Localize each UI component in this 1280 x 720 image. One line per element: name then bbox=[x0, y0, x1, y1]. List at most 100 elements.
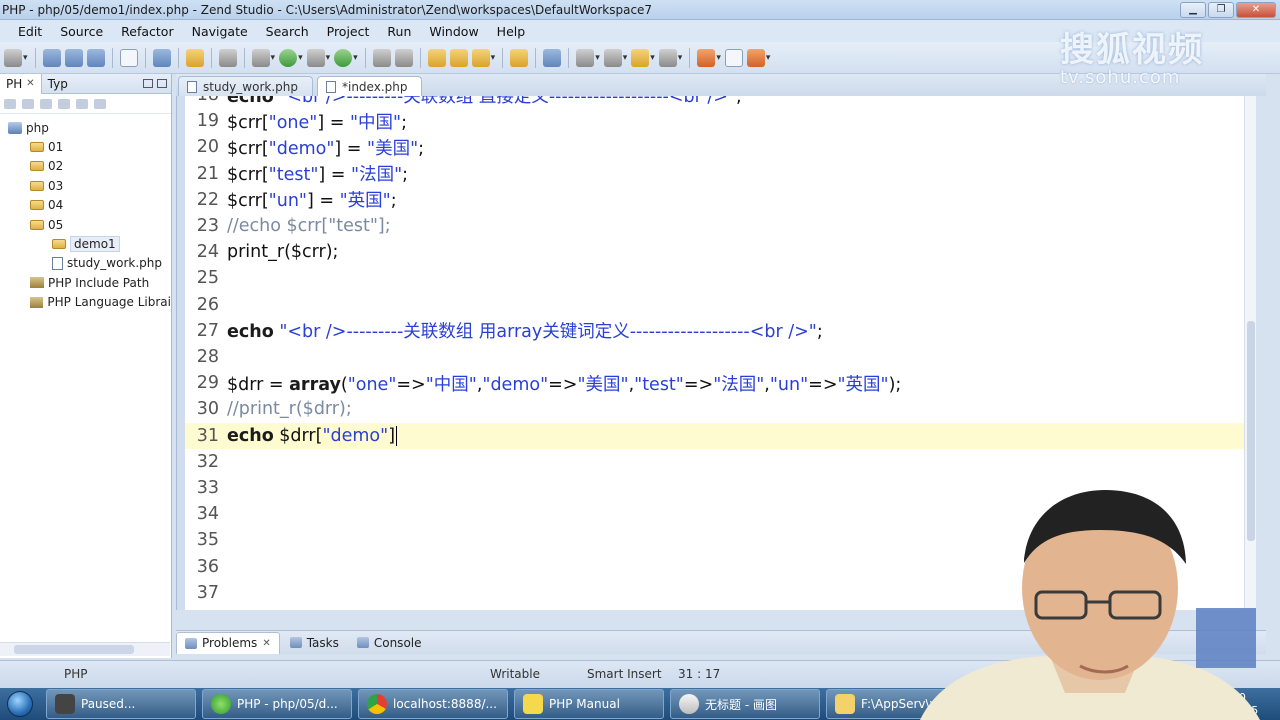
back-icon[interactable] bbox=[4, 98, 16, 109]
project-icon bbox=[8, 121, 22, 134]
start-button[interactable] bbox=[0, 688, 40, 720]
close-icon[interactable]: ✕ bbox=[262, 638, 270, 649]
maximize-button[interactable]: ❐ bbox=[1208, 2, 1234, 18]
editor-tab[interactable]: study_work.php bbox=[178, 76, 313, 96]
previous-annotation-icon[interactable] bbox=[603, 48, 622, 67]
code-line[interactable]: 22 $crr["un"] = "英国"; bbox=[185, 187, 1249, 213]
next-annotation-icon[interactable] bbox=[576, 48, 595, 67]
tab-label: Console bbox=[373, 635, 422, 650]
code-line[interactable]: 29 $drr = array("one"=>"中国","demo"=>"美国",… bbox=[185, 370, 1249, 396]
server-icon[interactable] bbox=[218, 48, 237, 67]
maximize-view-icon[interactable] bbox=[157, 79, 167, 88]
code-line[interactable]: 24 print_r($crr); bbox=[185, 239, 1249, 265]
menu-item-run[interactable]: Run bbox=[378, 24, 420, 39]
menu-item-edit[interactable]: Edit bbox=[0, 24, 51, 39]
print-icon[interactable] bbox=[86, 48, 105, 67]
tab-tasks[interactable]: Tasks bbox=[282, 632, 347, 654]
code-text: $crr["un"] = "英国"; bbox=[227, 191, 397, 212]
watermark-logo: 搜狐视频 bbox=[1060, 30, 1204, 70]
tab-type-hierarchy[interactable]: Typ bbox=[42, 74, 74, 94]
collapse-all-icon[interactable] bbox=[58, 98, 70, 109]
tree-item[interactable]: PHP Language Librai bbox=[0, 293, 171, 312]
new-php-file-icon[interactable] bbox=[394, 48, 413, 67]
tab-label: Typ bbox=[47, 76, 68, 91]
open-folder-icon[interactable] bbox=[185, 48, 204, 67]
code-line[interactable]: 32 bbox=[185, 449, 1249, 475]
link-editor-icon[interactable] bbox=[76, 98, 88, 109]
tree-item[interactable]: php bbox=[0, 118, 171, 137]
menu-item-window[interactable]: Window bbox=[420, 24, 487, 39]
menu-item-refactor[interactable]: Refactor bbox=[112, 24, 182, 39]
code-line[interactable]: 28 bbox=[185, 344, 1249, 370]
status-position: 31 : 17 bbox=[678, 667, 721, 681]
tree-item[interactable]: 01 bbox=[0, 137, 171, 156]
tab-php-explorer[interactable]: PH ✕ bbox=[0, 73, 42, 94]
new-php-project-icon[interactable] bbox=[372, 48, 391, 67]
open-resource-icon[interactable] bbox=[449, 48, 468, 67]
code-line[interactable]: 23 //echo $crr["test"]; bbox=[185, 213, 1249, 239]
back-icon[interactable] bbox=[631, 48, 650, 67]
close-icon[interactable]: ✕ bbox=[26, 78, 34, 89]
code-line[interactable]: 31 echo $drr["demo"] bbox=[185, 422, 1249, 449]
tree-item[interactable]: PHP Include Path bbox=[0, 273, 171, 292]
new-icon[interactable] bbox=[4, 48, 22, 67]
tree-item[interactable]: 05 bbox=[0, 215, 171, 234]
close-button[interactable]: ✕ bbox=[1236, 2, 1276, 18]
forward-icon[interactable] bbox=[658, 48, 677, 67]
toggle-mark-occurrences-icon[interactable] bbox=[510, 48, 529, 67]
run-icon[interactable] bbox=[279, 48, 298, 67]
save-icon[interactable] bbox=[42, 48, 61, 67]
tree-item[interactable]: 04 bbox=[0, 196, 171, 215]
taskbar-item[interactable]: localhost:8888/... bbox=[358, 689, 508, 719]
code-line[interactable]: 20 $crr["demo"] = "美国"; bbox=[185, 134, 1249, 160]
profile-icon[interactable] bbox=[306, 48, 325, 67]
code-line[interactable]: 30 //print_r($drr); bbox=[185, 396, 1249, 422]
horizontal-scrollbar[interactable] bbox=[0, 642, 170, 656]
code-line[interactable]: 27 echo "<br />---------关联数组 用array关键词定义-… bbox=[185, 318, 1249, 344]
code-line[interactable]: 21 $crr["test"] = "法国"; bbox=[185, 161, 1249, 187]
folder-icon bbox=[30, 200, 44, 211]
properties-icon[interactable] bbox=[119, 48, 138, 67]
globe-icon[interactable] bbox=[543, 48, 562, 67]
line-number: 33 bbox=[196, 478, 219, 499]
menu-item-navigate[interactable]: Navigate bbox=[183, 24, 257, 39]
window-title: PHP - php/05/demo1/index.php - Zend Stud… bbox=[2, 2, 653, 17]
menu-item-source[interactable]: Source bbox=[51, 24, 112, 39]
taskbar-item[interactable]: PHP Manual bbox=[514, 689, 664, 719]
taskbar-item[interactable]: 无标题 - 画图 bbox=[670, 689, 820, 719]
minimize-button[interactable]: ▁ bbox=[1180, 2, 1206, 18]
minimize-view-icon[interactable] bbox=[143, 79, 153, 88]
code-line[interactable]: 25 bbox=[185, 265, 1249, 291]
folder-icon bbox=[30, 161, 44, 172]
perspective-icon[interactable] bbox=[746, 48, 765, 67]
php-explorer-icon[interactable] bbox=[152, 48, 171, 67]
line-number: 25 bbox=[196, 268, 219, 289]
code-line[interactable]: 19 $crr["one"] = "中国"; bbox=[185, 108, 1249, 134]
save-all-icon[interactable] bbox=[64, 48, 83, 67]
open-type-icon[interactable] bbox=[427, 48, 446, 67]
taskbar-item[interactable]: Paused... bbox=[46, 689, 196, 719]
tree-item[interactable]: study_work.php bbox=[0, 254, 171, 273]
menu-item-project[interactable]: Project bbox=[318, 24, 379, 39]
up-icon[interactable] bbox=[40, 98, 52, 109]
tab-console[interactable]: Console bbox=[349, 632, 430, 654]
tree-item[interactable]: demo1 bbox=[0, 234, 171, 253]
taskbar-item-label: PHP - php/05/d... bbox=[237, 697, 338, 711]
debug-icon[interactable] bbox=[251, 48, 270, 67]
pin-editor-icon[interactable] bbox=[697, 48, 716, 67]
tree-item[interactable]: 02 bbox=[0, 157, 171, 176]
search-icon[interactable] bbox=[471, 48, 490, 67]
editor-tab[interactable]: *index.php bbox=[316, 76, 423, 96]
tab-problems[interactable]: Problems ✕ bbox=[176, 631, 280, 654]
folder-icon bbox=[30, 142, 44, 153]
menu-item-search[interactable]: Search bbox=[257, 24, 318, 39]
tree-item[interactable]: 03 bbox=[0, 176, 171, 195]
forward-icon[interactable] bbox=[22, 98, 34, 109]
tree-item-label: php bbox=[26, 120, 49, 135]
view-icon[interactable] bbox=[724, 48, 743, 67]
external-tools-icon[interactable] bbox=[334, 48, 353, 67]
taskbar-item[interactable]: PHP - php/05/d... bbox=[202, 689, 352, 719]
code-line[interactable]: 26 bbox=[185, 292, 1249, 318]
view-menu-icon[interactable] bbox=[94, 98, 106, 109]
menu-item-help[interactable]: Help bbox=[488, 24, 535, 39]
